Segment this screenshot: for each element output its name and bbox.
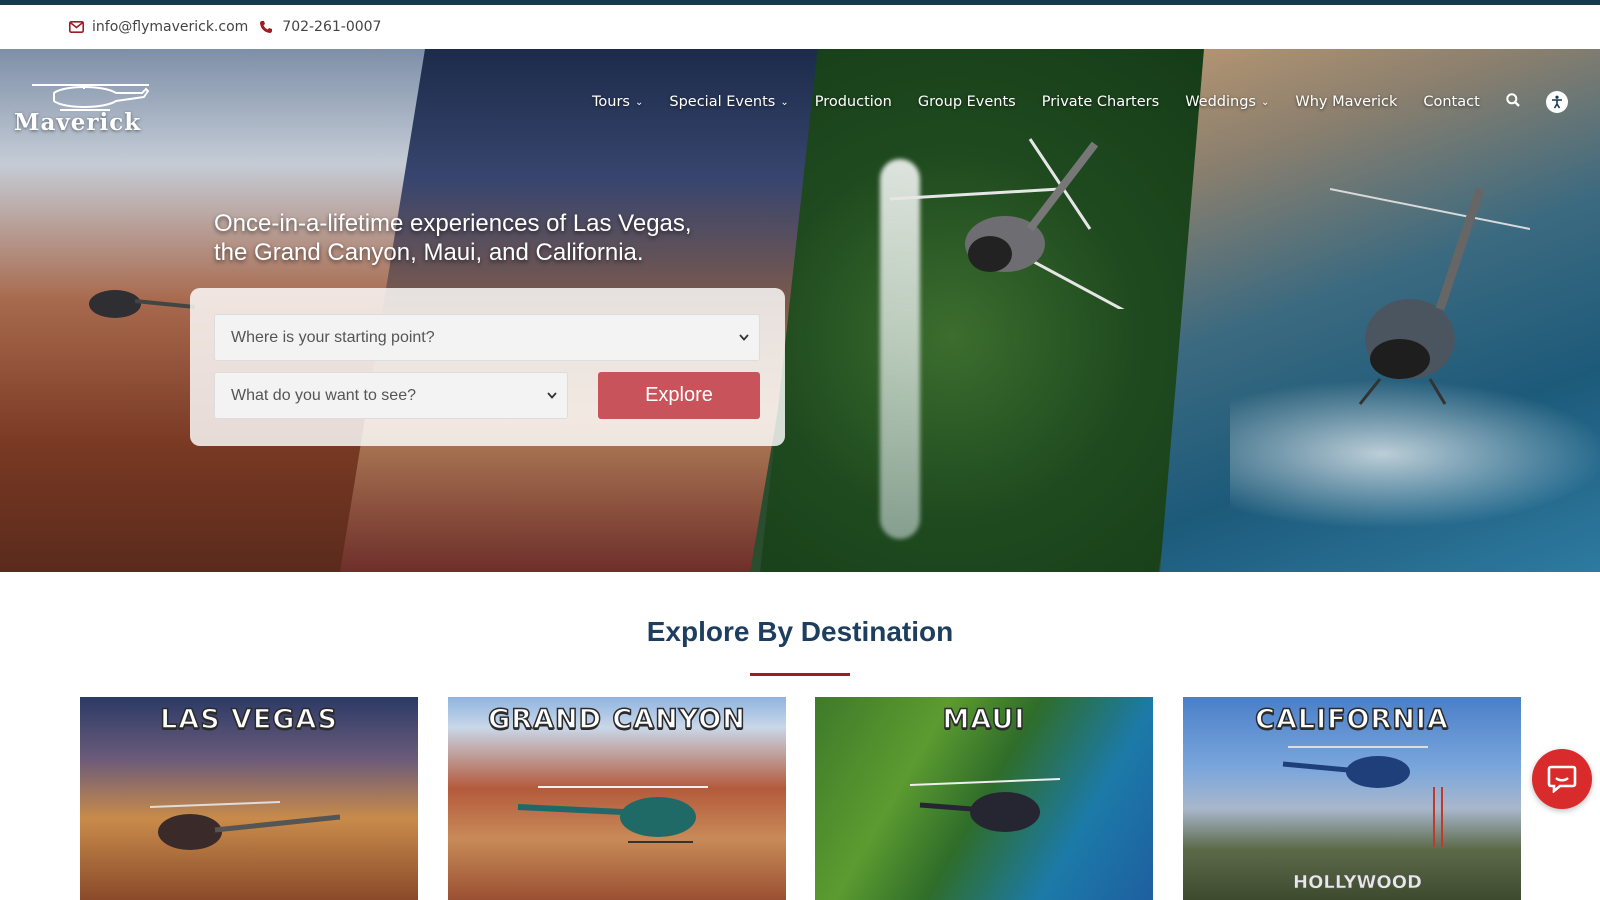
nav-why-maverick[interactable]: Why Maverick xyxy=(1295,94,1397,110)
chevron-down-icon: ⌄ xyxy=(1260,96,1270,108)
destination-value: What do you want to see? xyxy=(231,386,416,404)
nav-tours[interactable]: Tours ⌄ xyxy=(592,94,643,110)
logo-wordmark: Maverick xyxy=(14,109,142,136)
phone-link[interactable]: 702-261-0007 xyxy=(258,19,381,35)
nav-label: Production xyxy=(814,94,892,110)
helicopter-image xyxy=(910,778,1060,832)
chevron-down-icon: ⌄ xyxy=(780,96,789,108)
chevron-down-icon xyxy=(739,332,749,344)
nav-label: Tours xyxy=(592,94,630,110)
helicopter-image xyxy=(89,290,195,318)
destination-card-las-vegas[interactable]: LAS VEGAS xyxy=(80,697,418,900)
helicopter-image xyxy=(150,801,341,850)
nav-weddings[interactable]: Weddings ⌄ xyxy=(1185,94,1269,110)
destination-card-maui[interactable]: MAUI xyxy=(815,697,1153,900)
helicopter-image xyxy=(517,786,708,843)
explore-button[interactable]: Explore xyxy=(598,372,760,419)
nav-label: Special Events xyxy=(669,94,776,110)
helicopter-image xyxy=(890,138,1125,309)
phone-text[interactable]: 702-261-0007 xyxy=(282,19,381,35)
chat-widget-button[interactable] xyxy=(1532,749,1592,809)
card-title: LAS VEGAS xyxy=(159,703,338,736)
destination-select[interactable]: What do you want to see? xyxy=(214,372,568,419)
nav-private-charters[interactable]: Private Charters xyxy=(1042,94,1159,110)
helicopter-image xyxy=(1282,746,1428,788)
phone-icon xyxy=(258,19,274,35)
title-underline xyxy=(750,673,850,676)
chat-icon xyxy=(1547,765,1577,793)
destination-card-grand-canyon[interactable]: GRAND CANYON xyxy=(448,697,786,900)
envelope-icon xyxy=(68,19,84,35)
hero-headline: Once-in-a-lifetime experiences of Las Ve… xyxy=(214,209,774,267)
nav-label: Private Charters xyxy=(1041,94,1160,110)
nav-production[interactable]: Production xyxy=(815,94,892,110)
email-link[interactable]: info@flymaverick.com xyxy=(68,19,248,35)
nav-special-events[interactable]: Special Events ⌄ xyxy=(669,94,788,110)
destination-card-california[interactable]: CALIFORNIA HOLLYWOOD xyxy=(1183,697,1521,900)
maverick-logo[interactable]: Maverick xyxy=(14,79,164,139)
hollywood-sign-text: HOLLYWOOD xyxy=(1293,872,1422,894)
email-text[interactable]: info@flymaverick.com xyxy=(92,19,248,35)
card-title: MAUI xyxy=(942,703,1026,736)
chevron-down-icon xyxy=(547,390,557,402)
nav-label: Why Maverick xyxy=(1295,94,1398,110)
radio-tower-image xyxy=(1433,787,1443,847)
helicopter-logo-icon xyxy=(32,84,150,111)
starting-point-select[interactable]: Where is your starting point? xyxy=(214,314,760,361)
hero-headline-line1: Once-in-a-lifetime experiences of Las Ve… xyxy=(214,210,692,237)
nav-label: Weddings xyxy=(1185,94,1256,110)
section-title: Explore By Destination xyxy=(646,616,954,647)
hero-headline-line2: the Grand Canyon, Maui, and California. xyxy=(214,239,644,266)
contact-bar: info@flymaverick.com 702-261-0007 xyxy=(0,5,1600,49)
nav-group-events[interactable]: Group Events xyxy=(918,94,1016,110)
hero-banner: Maverick Tours ⌄ Special Events ⌄ Producti… xyxy=(0,49,1600,572)
helicopter-image xyxy=(1330,187,1530,405)
search-icon[interactable] xyxy=(1506,93,1520,111)
starting-point-value: Where is your starting point? xyxy=(231,328,435,346)
nav-contact[interactable]: Contact xyxy=(1423,94,1479,110)
tour-finder-form: Where is your starting point? What do yo… xyxy=(190,288,785,446)
main-nav: Tours ⌄ Special Events ⌄ Production Group … xyxy=(592,91,1568,113)
chevron-down-icon: ⌄ xyxy=(634,96,644,108)
accessibility-icon[interactable] xyxy=(1545,91,1568,113)
card-title: GRAND CANYON xyxy=(487,703,746,736)
nav-label: Group Events xyxy=(917,94,1016,110)
nav-label: Contact xyxy=(1423,94,1480,110)
card-title: CALIFORNIA xyxy=(1254,703,1449,736)
